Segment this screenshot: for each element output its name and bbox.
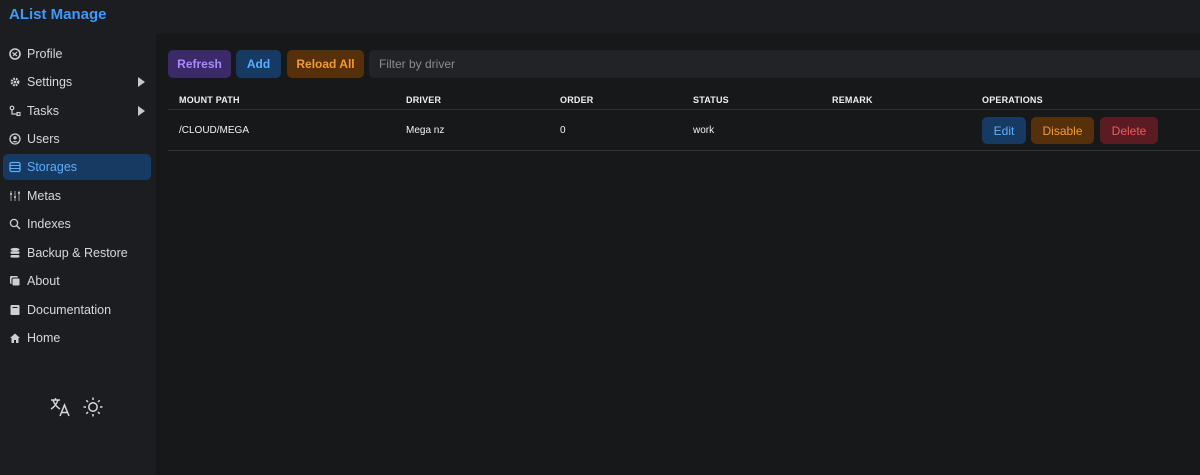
column-header-operations: OPERATIONS: [982, 95, 1043, 105]
column-header-driver: DRIVER: [406, 95, 442, 105]
column-header-remark: REMARK: [832, 95, 873, 105]
sidebar: Profile Settings Tasks Users Storages Me…: [0, 34, 156, 475]
sidebar-item-label: Home: [27, 331, 61, 345]
cell-order: 0: [560, 125, 566, 136]
sidebar-item-label: Storages: [27, 160, 78, 174]
profile-icon: [9, 48, 21, 60]
book-icon: [9, 304, 21, 316]
column-header-mount-path: MOUNT PATH: [179, 95, 240, 105]
cell-status: work: [693, 125, 715, 136]
sidebar-item-label: Settings: [27, 75, 73, 89]
app-header: AList Manage: [0, 0, 1200, 34]
sidebar-item-label: Backup & Restore: [27, 246, 128, 260]
chevron-right-icon: [138, 77, 145, 87]
search-icon: [9, 218, 21, 230]
disable-button[interactable]: Disable: [1031, 117, 1094, 144]
delete-button[interactable]: Delete: [1100, 117, 1158, 144]
sliders-icon: [9, 190, 21, 202]
sidebar-item-settings[interactable]: Settings: [3, 69, 151, 95]
app-title[interactable]: AList Manage: [9, 6, 107, 23]
add-button[interactable]: Add: [236, 50, 281, 78]
filter-by-driver-input[interactable]: [369, 50, 1200, 78]
sidebar-item-storages[interactable]: Storages: [3, 154, 151, 180]
about-icon: [9, 275, 21, 287]
user-circle-icon: [9, 133, 21, 145]
translate-icon[interactable]: [49, 396, 71, 418]
sidebar-item-documentation[interactable]: Documentation: [3, 297, 151, 323]
sidebar-item-home[interactable]: Home: [3, 325, 151, 351]
sidebar-item-tasks[interactable]: Tasks: [3, 98, 151, 124]
main-content: Refresh Add Reload All MOUNT PATH DRIVER…: [156, 34, 1200, 475]
row-divider: [168, 150, 1200, 151]
sidebar-item-profile[interactable]: Profile: [3, 41, 151, 67]
sidebar-item-label: Indexes: [27, 217, 71, 231]
cell-driver: Mega nz: [406, 125, 445, 136]
chevron-right-icon: [138, 106, 145, 116]
database-icon: [9, 247, 21, 259]
column-header-status: STATUS: [693, 95, 729, 105]
reload-all-button[interactable]: Reload All: [287, 50, 364, 78]
storage-icon: [9, 161, 21, 173]
column-header-order: ORDER: [560, 95, 594, 105]
header-divider: [168, 109, 1200, 110]
sidebar-item-label: About: [27, 274, 60, 288]
sun-icon[interactable]: [82, 396, 104, 418]
sidebar-item-label: Metas: [27, 189, 62, 203]
edit-button[interactable]: Edit: [982, 117, 1026, 144]
gear-icon: [9, 76, 21, 88]
cell-mount-path: /CLOUD/MEGA: [179, 125, 250, 136]
sidebar-item-label: Tasks: [27, 104, 59, 118]
sidebar-item-about[interactable]: About: [3, 268, 151, 294]
refresh-button[interactable]: Refresh: [168, 50, 231, 78]
sidebar-item-metas[interactable]: Metas: [3, 183, 151, 209]
sidebar-item-label: Documentation: [27, 303, 112, 317]
tasks-icon: [9, 105, 21, 117]
sidebar-item-indexes[interactable]: Indexes: [3, 211, 151, 237]
sidebar-item-label: Profile: [27, 47, 63, 61]
sidebar-item-users[interactable]: Users: [3, 126, 151, 152]
sidebar-item-label: Users: [27, 132, 60, 146]
home-icon: [9, 332, 21, 344]
sidebar-item-backup-restore[interactable]: Backup & Restore: [3, 240, 151, 266]
